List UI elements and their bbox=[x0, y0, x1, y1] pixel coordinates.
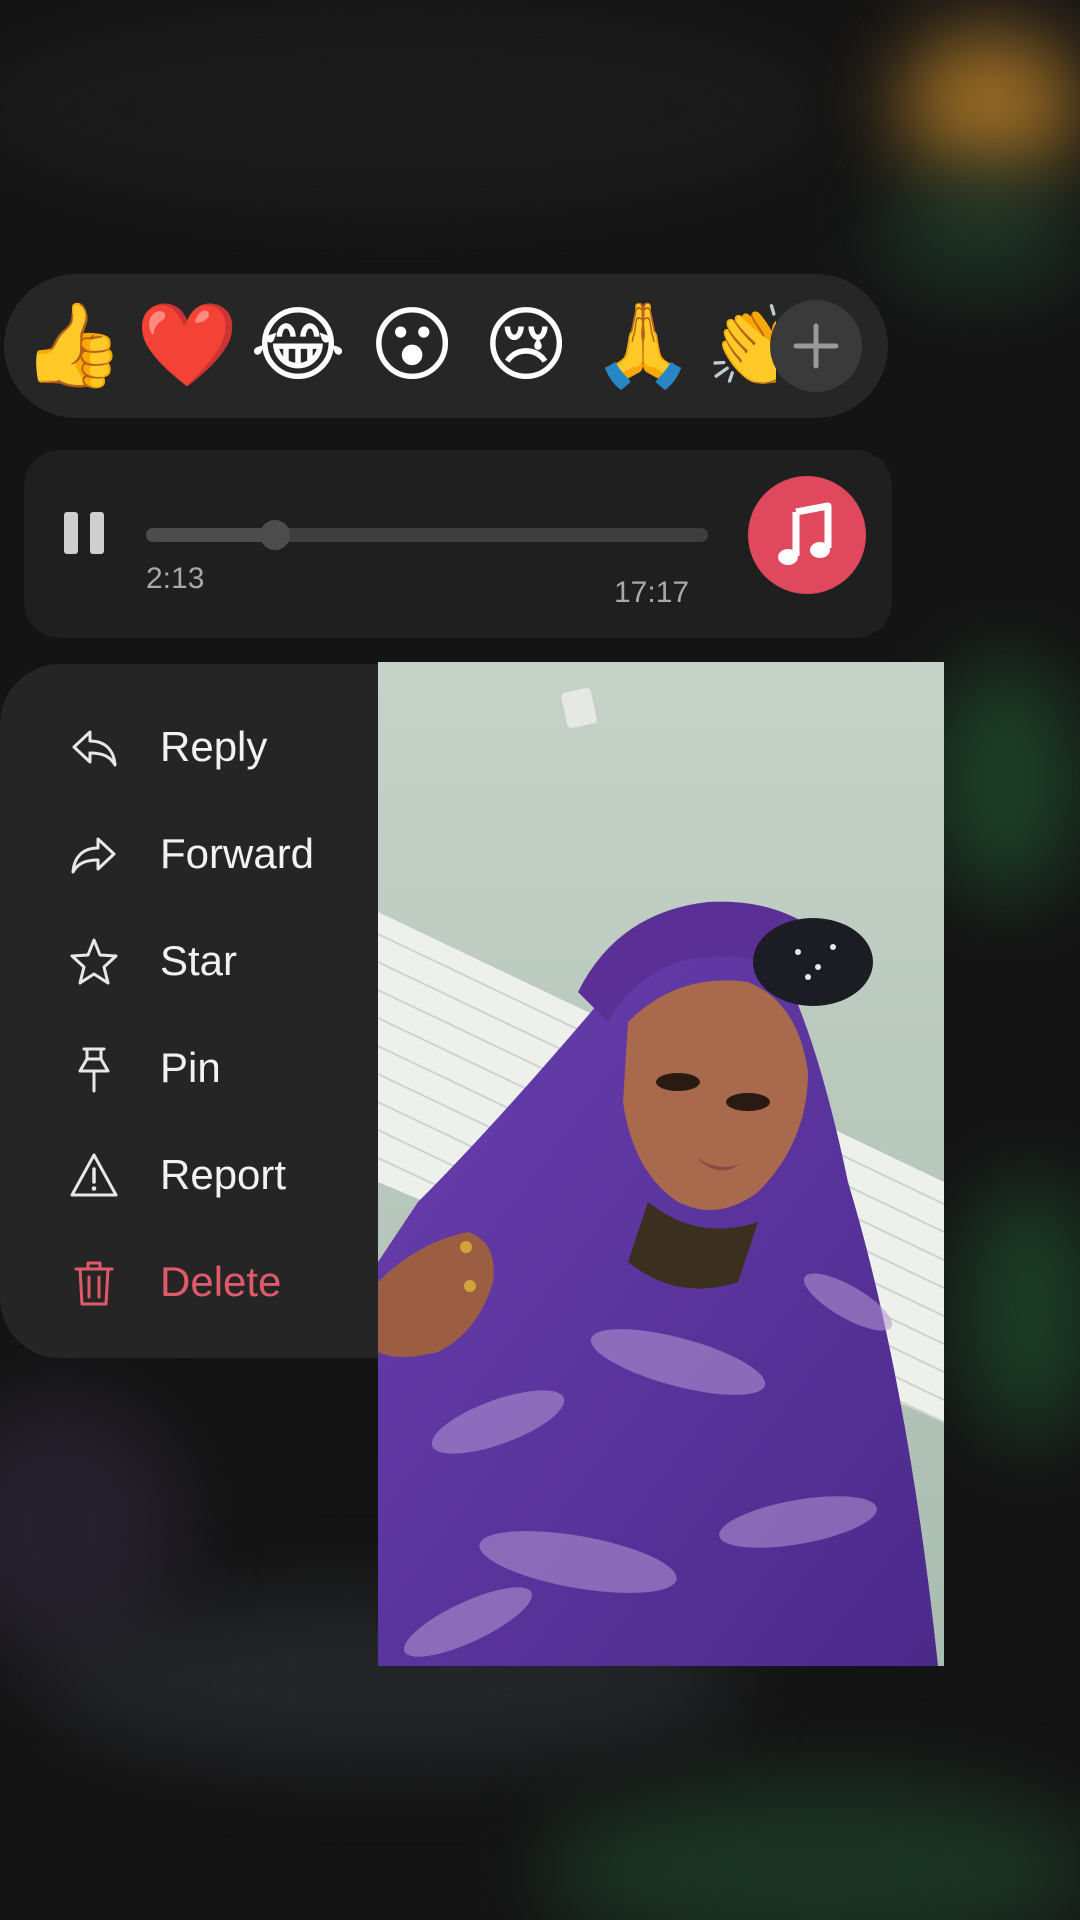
reaction-thumbs-up[interactable]: 👍 bbox=[22, 298, 124, 394]
menu-item-forward[interactable]: Forward bbox=[0, 811, 400, 891]
audio-duration: 17:17 bbox=[614, 576, 690, 609]
music-badge bbox=[748, 476, 866, 594]
pin-icon bbox=[78, 1047, 110, 1093]
menu-item-label: Report bbox=[160, 1151, 287, 1198]
reaction-clapping-hands[interactable]: 👏 bbox=[706, 298, 776, 394]
forward-icon bbox=[71, 837, 116, 874]
message-photo[interactable] bbox=[378, 662, 944, 1666]
menu-item-pin[interactable]: Pin bbox=[0, 1025, 400, 1105]
menu-item-label: Star bbox=[160, 937, 238, 984]
audio-seek-bar[interactable] bbox=[146, 528, 708, 542]
more-reactions-button[interactable] bbox=[770, 300, 862, 392]
reaction-tears-of-joy[interactable]: 😂 bbox=[250, 298, 346, 394]
menu-item-label: Forward bbox=[160, 830, 315, 877]
plus-icon bbox=[793, 323, 839, 369]
warning-icon bbox=[70, 1153, 118, 1197]
reaction-red-heart[interactable]: ❤️ bbox=[126, 284, 242, 400]
menu-item-delete[interactable]: Delete bbox=[0, 1239, 400, 1319]
reply-icon bbox=[72, 730, 117, 767]
menu-item-label: Reply bbox=[160, 723, 268, 770]
trash-icon bbox=[74, 1261, 114, 1306]
reaction-surprised[interactable]: 😮 bbox=[364, 298, 460, 394]
audio-current-time: 2:13 bbox=[146, 562, 205, 595]
menu-item-label: Delete bbox=[160, 1258, 282, 1305]
photo-illustration bbox=[378, 662, 944, 1666]
reaction-bar: 👍 ❤️ 😂 😮 😢 🙏 👏 bbox=[4, 274, 888, 418]
menu-item-label: Pin bbox=[160, 1044, 221, 1091]
star-icon bbox=[70, 938, 118, 985]
reaction-praying-hands[interactable]: 🙏 bbox=[592, 298, 694, 394]
menu-item-reply[interactable]: Reply bbox=[0, 704, 400, 784]
audio-progress-fill bbox=[146, 528, 276, 542]
menu-item-report[interactable]: Report bbox=[0, 1132, 400, 1212]
music-note-icon bbox=[778, 502, 832, 565]
pause-button[interactable] bbox=[64, 512, 106, 558]
message-context-menu: Reply Forward Star Pin Report Delete bbox=[0, 664, 420, 1358]
reaction-crying[interactable]: 😢 bbox=[478, 298, 574, 394]
menu-item-star[interactable]: Star bbox=[0, 918, 400, 998]
